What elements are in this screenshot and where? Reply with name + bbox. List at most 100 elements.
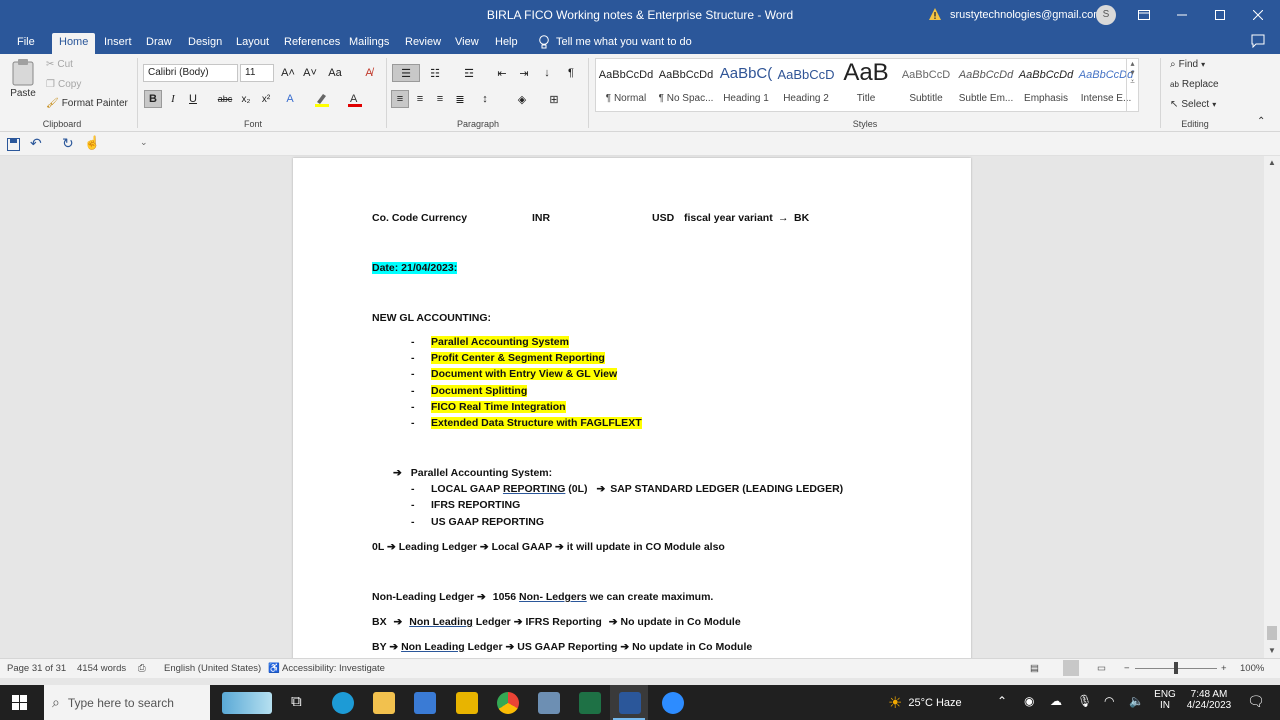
close-button[interactable]: [1238, 0, 1278, 30]
minimize-button[interactable]: [1162, 0, 1202, 30]
format-painter-button[interactable]: 🖌 Format Painter: [46, 98, 128, 109]
scroll-thumb[interactable]: [1267, 626, 1277, 640]
app-icon[interactable]: [538, 692, 560, 714]
numbering-button[interactable]: ☷: [426, 64, 444, 82]
strikethrough-button[interactable]: abc: [216, 90, 234, 108]
chrome-icon[interactable]: [497, 692, 519, 714]
style-normal[interactable]: AaBbCcDd ¶ Normal: [596, 59, 656, 111]
zoom-app-icon[interactable]: [662, 692, 684, 714]
bullets-button[interactable]: ☰: [392, 64, 420, 82]
replace-button[interactable]: ab Replace: [1170, 79, 1219, 90]
font-name-dropdown[interactable]: Calibri (Body): [143, 64, 238, 82]
excel-icon[interactable]: [579, 692, 601, 714]
chevron-up-icon[interactable]: ⌃: [997, 694, 1007, 708]
tab-references[interactable]: References: [277, 33, 347, 54]
input-language[interactable]: ENG IN: [1154, 689, 1176, 711]
line-spacing-button[interactable]: ↕: [476, 90, 494, 108]
cloud-icon[interactable]: ☁: [1050, 694, 1062, 708]
tab-file[interactable]: File: [10, 33, 42, 54]
tab-design[interactable]: Design: [181, 33, 229, 54]
styles-scroll[interactable]: ▴ ▾ ⩡: [1126, 59, 1138, 111]
account-email[interactable]: srustytechnologies@gmail.com: [950, 9, 1102, 21]
style-heading-2[interactable]: AaBbCcD Heading 2: [776, 59, 836, 111]
word-icon[interactable]: [619, 692, 641, 714]
microphone-icon[interactable]: 🎙: [1077, 694, 1092, 708]
search-highlight-icon[interactable]: [222, 692, 272, 714]
folder-icon[interactable]: [456, 692, 478, 714]
shrink-font-button[interactable]: A˅: [301, 64, 319, 82]
font-color-button[interactable]: A: [346, 90, 364, 108]
italic-button[interactable]: I: [164, 90, 182, 108]
touch-mode-icon[interactable]: ☝: [84, 135, 100, 151]
scroll-down-icon[interactable]: ▼: [1268, 646, 1276, 655]
cut-button[interactable]: ✂ Cut: [46, 59, 73, 70]
find-button[interactable]: ⌕ Find ▾: [1170, 59, 1205, 70]
zoom-out-icon[interactable]: −: [1124, 663, 1130, 674]
customize-toolbar-icon[interactable]: ⌄: [140, 137, 148, 148]
tab-mailings[interactable]: Mailings: [342, 33, 396, 54]
select-button[interactable]: ↖ Select ▾: [1170, 99, 1216, 110]
shading-button[interactable]: ◈: [513, 90, 531, 108]
tab-review[interactable]: Review: [398, 33, 448, 54]
scroll-up-icon[interactable]: ▲: [1268, 158, 1276, 167]
proofing-icon[interactable]: ⎙: [138, 663, 146, 674]
style-emphasis[interactable]: AaBbCcDd Emphasis: [1016, 59, 1076, 111]
style-subtle-emphasis[interactable]: AaBbCcDd Subtle Em...: [956, 59, 1016, 111]
clock[interactable]: 7:48 AM 4/24/2023: [1180, 689, 1238, 711]
highlight-color-button[interactable]: [313, 90, 331, 108]
file-explorer-icon[interactable]: [373, 692, 395, 714]
increase-indent-button[interactable]: ⇥: [515, 64, 533, 82]
align-center-button[interactable]: ≡: [411, 90, 429, 108]
vertical-scrollbar[interactable]: ▲ ▼: [1264, 156, 1280, 658]
paste-button[interactable]: Paste: [10, 58, 36, 99]
document-page[interactable]: Co. Code Currency INR USD fiscal year va…: [293, 158, 971, 658]
align-left-button[interactable]: ≡: [391, 90, 409, 108]
borders-button[interactable]: ⊞: [545, 90, 563, 108]
read-mode-icon[interactable]: ▤: [1030, 663, 1039, 674]
maximize-button[interactable]: [1200, 0, 1240, 30]
collapse-ribbon-button[interactable]: ⌃: [1257, 116, 1265, 127]
ribbon-display-options-button[interactable]: [1124, 0, 1164, 30]
tab-draw[interactable]: Draw: [139, 33, 179, 54]
avatar[interactable]: S: [1096, 5, 1116, 25]
meet-now-icon[interactable]: ◉: [1024, 694, 1034, 708]
align-right-button[interactable]: ≡: [431, 90, 449, 108]
superscript-button[interactable]: x²: [257, 90, 275, 108]
wifi-icon[interactable]: ◠: [1104, 694, 1114, 708]
comments-icon[interactable]: [1251, 34, 1265, 48]
store-icon[interactable]: [414, 692, 436, 714]
word-count[interactable]: 4154 words: [77, 663, 126, 674]
volume-icon[interactable]: 🔈: [1129, 694, 1144, 708]
tab-help[interactable]: Help: [488, 33, 525, 54]
zoom-thumb[interactable]: [1174, 662, 1178, 674]
grow-font-button[interactable]: A˄: [279, 64, 297, 82]
style-title[interactable]: AaB Title: [836, 59, 896, 111]
zoom-in-icon[interactable]: +: [1221, 663, 1227, 674]
tell-me-box[interactable]: Tell me what you want to do: [538, 35, 692, 49]
copy-button[interactable]: ❐ Copy: [46, 79, 81, 90]
decrease-indent-button[interactable]: ⇤: [493, 64, 511, 82]
redo-icon[interactable]: ↻: [62, 135, 74, 152]
multilevel-list-button[interactable]: ☲: [460, 64, 478, 82]
sort-button[interactable]: ↓: [538, 64, 556, 82]
style-subtitle[interactable]: AaBbCcD Subtitle: [896, 59, 956, 111]
weather-widget[interactable]: ☀ 25°C Haze: [888, 685, 962, 720]
text-effects-button[interactable]: A: [281, 90, 299, 108]
font-size-dropdown[interactable]: 11: [240, 64, 274, 82]
print-layout-icon[interactable]: [1063, 660, 1079, 676]
subscript-button[interactable]: x₂: [237, 90, 255, 108]
undo-icon[interactable]: ↶: [30, 135, 42, 152]
task-view-icon[interactable]: ⧉: [291, 693, 302, 710]
clear-formatting-button[interactable]: A̸: [360, 64, 378, 82]
justify-button[interactable]: ≣: [451, 90, 469, 108]
bold-button[interactable]: B: [144, 90, 162, 108]
taskbar-search[interactable]: ⌕ Type here to search: [44, 685, 210, 720]
warning-icon[interactable]: [928, 7, 942, 21]
edge-icon[interactable]: [332, 692, 354, 714]
tab-view[interactable]: View: [448, 33, 486, 54]
tab-insert[interactable]: Insert: [97, 33, 139, 54]
notifications-icon[interactable]: 🗨: [1247, 693, 1265, 710]
save-icon[interactable]: [7, 138, 20, 151]
page-count[interactable]: Page 31 of 31: [7, 663, 66, 674]
show-marks-button[interactable]: ¶: [562, 64, 580, 82]
